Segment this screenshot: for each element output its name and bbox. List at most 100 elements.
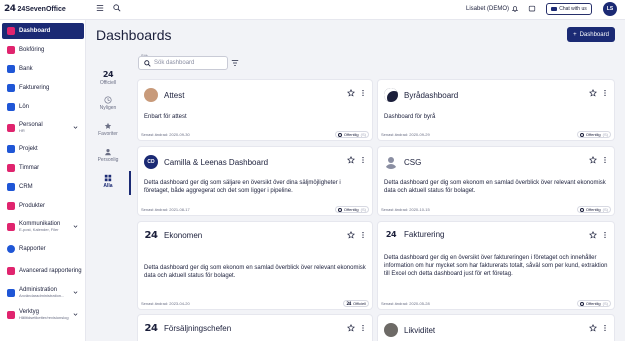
globe-icon xyxy=(579,301,584,306)
tools-icon xyxy=(7,311,15,319)
chevron-down-icon[interactable] xyxy=(73,125,78,130)
app-logo[interactable]: 24 24SevenOffice xyxy=(4,4,66,14)
star-outline-icon[interactable] xyxy=(589,231,597,239)
search-icon xyxy=(144,59,151,67)
sidebar-item-label: Rapporter xyxy=(19,246,46,252)
24-logo-icon: 24 xyxy=(102,70,114,79)
card-description: Detta dashboard ger dig som ekonom en sa… xyxy=(384,180,606,194)
sidebar-item-label: Dashboard xyxy=(19,28,51,34)
more-vertical-icon[interactable] xyxy=(361,156,365,164)
chat-with-us-button[interactable]: Chat with us xyxy=(546,3,592,15)
card-description: Detta dashboard ger dig en översikt över… xyxy=(384,255,608,277)
new-dashboard-button[interactable]: + Dashboard xyxy=(567,27,615,42)
filter-column: 24 Officiell Nyligen Favoriter Personlig… xyxy=(86,60,130,200)
filter-label: Officiell xyxy=(99,80,117,86)
star-outline-icon[interactable] xyxy=(589,89,597,97)
sidebar-item-timmar[interactable]: Timmar xyxy=(2,160,84,176)
more-vertical-icon[interactable] xyxy=(603,231,607,239)
dashboard-card[interactable]: Attest Enbart för attest Senast ändrad: … xyxy=(138,80,372,140)
visibility-badge: Offentlig (S) xyxy=(576,206,611,213)
more-vertical-icon[interactable] xyxy=(603,324,607,332)
filter-favoriter[interactable]: Favoriter xyxy=(86,122,130,137)
sidebar-item-administration[interactable]: Administration Användaradministration... xyxy=(2,285,84,301)
badge-label: Officiell xyxy=(352,301,366,306)
sidebar-item-avancerad-rapportering[interactable]: Avancerad rapportering xyxy=(2,262,84,280)
card-date: Senast ändrad: 2021-08-17 xyxy=(141,207,190,212)
filter-icon[interactable] xyxy=(231,59,239,67)
sidebar-item-bank[interactable]: Bank xyxy=(2,61,84,77)
crm-icon xyxy=(7,183,15,191)
star-icon xyxy=(104,122,112,129)
filter-alla[interactable]: Alla xyxy=(86,174,130,189)
card-description: Detta dashboard ger dig som säljare en ö… xyxy=(144,180,341,194)
sidebar-item-sublabel: Användaradministration... xyxy=(19,293,65,298)
person-icon xyxy=(105,148,111,156)
dashboard-card[interactable]: 24 Försäljningschefen xyxy=(138,315,372,341)
filter-personlig[interactable]: Personlig xyxy=(86,148,130,163)
sidebar-item-lon[interactable]: Lön xyxy=(2,99,84,115)
card-date: Senast ändrad: 2020-05-28 xyxy=(381,301,430,306)
hamburger-menu-icon[interactable] xyxy=(96,4,104,12)
sidebar-item-produkter[interactable]: Produkter xyxy=(2,198,84,214)
chevron-down-icon[interactable] xyxy=(73,312,78,317)
sidebar-item-fakturering[interactable]: Fakturering xyxy=(2,80,84,96)
card-description: Dashboard för byrå xyxy=(384,114,436,120)
dashboard-icon xyxy=(7,27,15,35)
dashboard-card[interactable]: 24 Fakturering Detta dashboard ger dig e… xyxy=(378,222,614,309)
dashboard-card[interactable]: Likviditet xyxy=(378,315,614,341)
sidebar-item-label: Lön xyxy=(19,104,30,110)
invoice-icon xyxy=(7,84,15,92)
star-outline-icon[interactable] xyxy=(347,324,355,332)
chat-bubble-icon[interactable] xyxy=(528,5,536,13)
sidebar-item-label: Produkter xyxy=(19,203,46,209)
card-title: Försäljningschefen xyxy=(164,324,232,333)
star-outline-icon[interactable] xyxy=(347,231,355,239)
star-outline-icon[interactable] xyxy=(347,156,355,164)
filter-officiell[interactable]: 24 Officiell xyxy=(86,70,130,86)
more-vertical-icon[interactable] xyxy=(603,89,607,97)
sidebar-item-rapporter[interactable]: Rapporter xyxy=(2,241,84,257)
dashboard-card[interactable]: CSG Detta dashboard ger dig som ekonom e… xyxy=(378,147,614,215)
sidebar-item-label: Bokföring xyxy=(19,47,45,53)
dashboard-card[interactable]: CD Camilla & Leenas Dashboard Detta dash… xyxy=(138,147,372,215)
badge-label: Offentlig xyxy=(585,301,601,306)
more-vertical-icon[interactable] xyxy=(361,324,365,332)
sidebar-item-crm[interactable]: CRM xyxy=(2,179,84,195)
dashboard-card[interactable]: 24 Ekonomen Detta dashboard ger dig som … xyxy=(138,222,372,309)
sidebar-item-bokforing[interactable]: Bokföring xyxy=(2,42,84,58)
chevron-down-icon[interactable] xyxy=(73,224,78,229)
sidebar-item-sublabel: Hålltidsetiketter/revisionslog xyxy=(19,315,69,320)
product-icon xyxy=(7,202,15,210)
sidebar-item-dashboard[interactable]: Dashboard xyxy=(2,23,84,39)
dashboard-card[interactable]: Byrådashboard Dashboard för byrå Senast … xyxy=(378,80,614,140)
more-vertical-icon[interactable] xyxy=(361,89,365,97)
filter-nyligen[interactable]: Nyligen xyxy=(86,96,130,111)
search-icon[interactable] xyxy=(113,4,121,12)
page-title: Dashboards xyxy=(96,27,172,43)
card-date: Senast ändrad: 2020-10-15 xyxy=(381,207,430,212)
more-vertical-icon[interactable] xyxy=(361,231,365,239)
bell-icon[interactable] xyxy=(511,5,519,13)
sidebar-item-verktyg[interactable]: Verktyg Hålltidsetiketter/revisionslog xyxy=(2,307,84,323)
filter-label: Alla xyxy=(103,183,113,189)
24-logo-icon: 24 xyxy=(346,301,351,306)
sidebar-item-personal[interactable]: Personal HR xyxy=(2,120,84,136)
plus-icon: + xyxy=(573,31,577,38)
star-outline-icon[interactable] xyxy=(589,324,597,332)
badge-label: Offentlig xyxy=(585,132,601,137)
badge-extra: (S) xyxy=(360,207,366,212)
user-avatar[interactable]: LS xyxy=(603,2,617,16)
24-logo-icon: 24 xyxy=(144,230,158,241)
project-icon xyxy=(7,145,15,153)
sidebar-item-kommunikation[interactable]: Kommunikation E-post, Kalender, Filer xyxy=(2,219,84,235)
search-input[interactable]: Sök dashboard xyxy=(138,56,228,70)
card-date: Senast ändrad: 2020-09-29 xyxy=(381,132,430,137)
logo-mark: 24 xyxy=(4,4,16,14)
star-outline-icon[interactable] xyxy=(589,156,597,164)
top-bar: 24 24SevenOffice Lisabet (DEMO) Chat wit… xyxy=(0,0,625,20)
star-outline-icon[interactable] xyxy=(347,89,355,97)
chevron-down-icon[interactable] xyxy=(73,290,78,295)
user-name[interactable]: Lisabet (DEMO) xyxy=(466,6,509,12)
sidebar-item-projekt[interactable]: Projekt xyxy=(2,141,84,157)
more-vertical-icon[interactable] xyxy=(603,156,607,164)
